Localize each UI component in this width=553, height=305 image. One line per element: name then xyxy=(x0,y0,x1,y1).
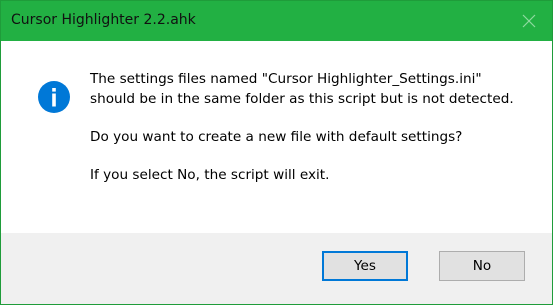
title-bar[interactable]: Cursor Highlighter 2.2.ahk xyxy=(1,1,552,41)
dialog-content: The settings files named "Cursor Highlig… xyxy=(1,41,552,233)
dialog-window: Cursor Highlighter 2.2.ahk The settings … xyxy=(0,0,553,305)
dialog-message: The settings files named "Cursor Highlig… xyxy=(90,69,540,185)
message-text-settings-missing: The settings files named "Cursor Highlig… xyxy=(90,71,514,107)
yes-button[interactable]: Yes xyxy=(322,251,408,281)
close-icon xyxy=(522,14,536,28)
information-icon xyxy=(38,81,70,113)
message-text-exit-note: If you select No, the script will exit. xyxy=(90,167,330,183)
window-title: Cursor Highlighter 2.2.ahk xyxy=(11,12,196,28)
close-button[interactable] xyxy=(506,1,552,41)
button-bar: Yes No xyxy=(1,233,552,304)
message-text-question: Do you want to create a new file with de… xyxy=(90,129,463,145)
no-button[interactable]: No xyxy=(439,251,525,281)
